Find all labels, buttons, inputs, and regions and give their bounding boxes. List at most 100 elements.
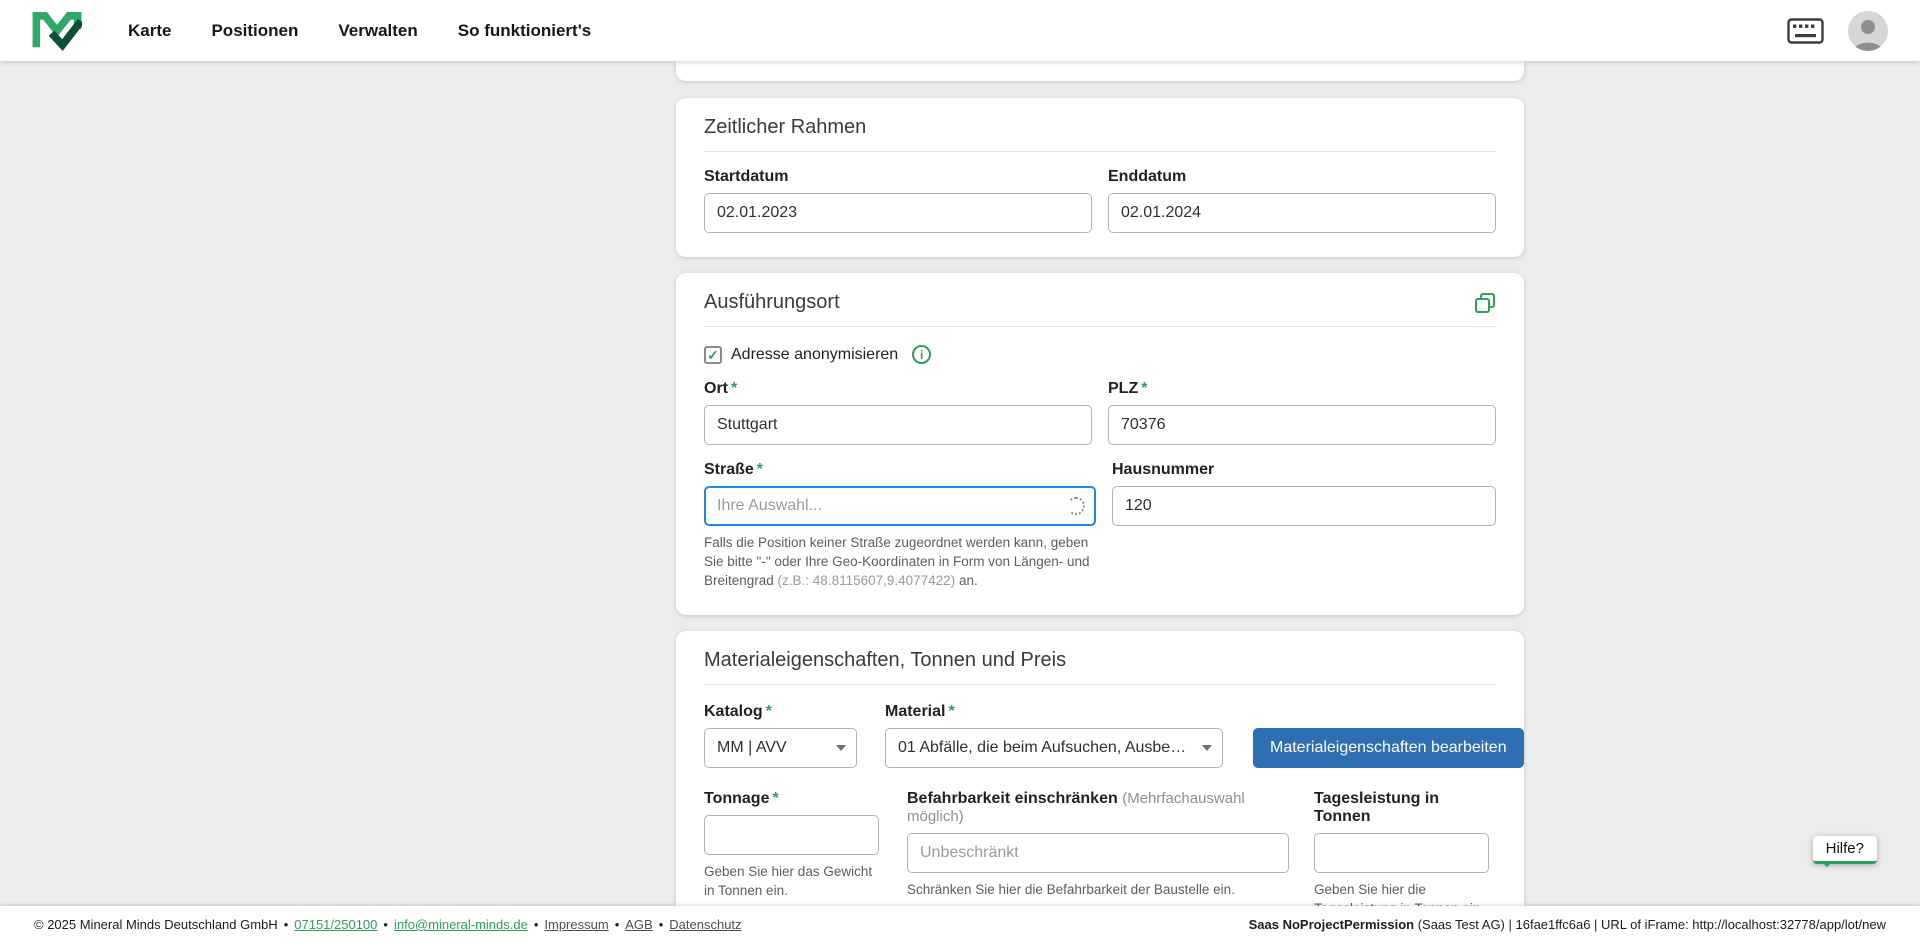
plz-required-asterisk: * — [1141, 380, 1147, 397]
user-avatar[interactable] — [1848, 11, 1888, 51]
enddatum-label: Enddatum — [1108, 168, 1496, 186]
material-required-asterisk: * — [948, 703, 954, 720]
katalog-label-text: Katalog — [704, 703, 763, 720]
anonymize-checkbox[interactable]: ✓ — [704, 346, 722, 364]
material-field: Material* 01 Abfälle, die beim Aufsuchen… — [885, 703, 1223, 768]
material-title: Materialeigenschaften, Tonnen und Preis — [704, 649, 1496, 672]
material-card: Materialeigenschaften, Tonnen und Preis … — [676, 631, 1524, 906]
footer-separator: • — [615, 917, 620, 932]
help-button[interactable]: Hilfe? — [1813, 836, 1877, 864]
nav-item-positionen[interactable]: Positionen — [211, 21, 298, 41]
material-row-2: Tonnage* Geben Sie hier das Gewicht in T… — [704, 790, 1496, 906]
nav-item-so-funktionierts[interactable]: So funktioniert's — [458, 21, 591, 41]
chevron-down-icon — [1202, 745, 1212, 751]
hausnummer-label: Hausnummer — [1112, 461, 1496, 479]
material-divider — [704, 684, 1496, 685]
tonnage-input[interactable] — [704, 815, 879, 855]
strasse-field: Straße* Falls die Position keiner Straße… — [704, 461, 1096, 591]
strasse-helper-text: Falls die Position keiner Straße zugeord… — [704, 534, 1096, 591]
timeframe-card: Zeitlicher Rahmen Startdatum Enddatum — [676, 98, 1524, 257]
location-card: Ausführungsort ✓ Adresse anonymisieren i — [676, 273, 1524, 615]
form-column: Zeitlicher Rahmen Startdatum Enddatum — [676, 61, 1524, 906]
befahrbarkeit-label: Befahrbarkeit einschränken (Mehrfachausw… — [907, 790, 1289, 826]
footer-tenant-details: (Saas Test AG) | 16fae1ffc6a6 | URL of i… — [1414, 917, 1886, 932]
nav-item-verwalten[interactable]: Verwalten — [338, 21, 417, 41]
anonymize-label: Adresse anonymisieren — [731, 346, 898, 364]
location-title-row: Ausführungsort — [704, 291, 1496, 314]
footer-phone-link[interactable]: 07151/250100 — [294, 917, 377, 932]
befahrbarkeit-input[interactable] — [907, 833, 1289, 873]
footer: © 2025 Mineral Minds Deutschland GmbH • … — [0, 906, 1920, 943]
edit-material-properties-button[interactable]: Materialeigenschaften bearbeiten — [1253, 728, 1524, 768]
befahrbarkeit-field: Befahrbarkeit einschränken (Mehrfachausw… — [907, 790, 1289, 900]
tonnage-label: Tonnage* — [704, 790, 879, 808]
timeframe-title: Zeitlicher Rahmen — [704, 116, 1496, 139]
startdatum-field: Startdatum — [704, 168, 1092, 233]
material-select[interactable]: 01 Abfälle, die beim Aufsuchen, Ausbeute… — [885, 728, 1223, 768]
material-row-1: Katalog* MM | AVV Material* 01 Abfälle, … — [704, 703, 1496, 768]
katalog-required-asterisk: * — [766, 703, 772, 720]
copy-icon[interactable] — [1474, 292, 1496, 314]
tonnage-required-asterisk: * — [772, 790, 778, 807]
anonymize-row: ✓ Adresse anonymisieren i — [704, 345, 1496, 364]
page: Karte Positionen Verwalten So funktionie… — [0, 0, 1920, 943]
keyboard-icon[interactable] — [1787, 18, 1824, 44]
location-row-1: Ort* PLZ* — [704, 380, 1496, 445]
loading-spinner — [1067, 497, 1085, 515]
top-navbar: Karte Positionen Verwalten So funktionie… — [0, 0, 1920, 61]
footer-separator: • — [383, 917, 388, 932]
location-divider — [704, 326, 1496, 327]
footer-datenschutz-link[interactable]: Datenschutz — [669, 917, 741, 932]
enddatum-field: Enddatum — [1108, 168, 1496, 233]
location-row-2: Straße* Falls die Position keiner Straße… — [704, 461, 1496, 591]
strasse-required-asterisk: * — [757, 461, 763, 478]
plz-field: PLZ* — [1108, 380, 1496, 445]
footer-email-link[interactable]: info@mineral-minds.de — [394, 917, 528, 932]
befahrbarkeit-label-text: Befahrbarkeit einschränken — [907, 790, 1118, 807]
katalog-select-value: MM | AVV — [717, 739, 787, 757]
main-content: Zeitlicher Rahmen Startdatum Enddatum — [0, 61, 1920, 906]
ort-label: Ort* — [704, 380, 1092, 398]
plz-label-text: PLZ — [1108, 380, 1138, 397]
tagesleistung-input[interactable] — [1314, 833, 1489, 873]
strasse-input-wrap — [704, 486, 1096, 526]
help-button-label: Hilfe? — [1826, 840, 1864, 857]
hausnummer-field: Hausnummer — [1112, 461, 1496, 591]
ort-label-text: Ort — [704, 380, 728, 397]
plz-input[interactable] — [1108, 405, 1496, 445]
katalog-select[interactable]: MM | AVV — [704, 728, 857, 768]
footer-separator: • — [659, 917, 664, 932]
material-label: Material* — [885, 703, 1223, 721]
mineral-minds-logo[interactable] — [32, 9, 82, 53]
footer-agb-link[interactable]: AGB — [625, 917, 652, 932]
footer-environment-info: Saas NoProjectPermission (Saas Test AG) … — [1249, 917, 1886, 932]
strasse-helper-example: (z.B.: 48.8115607,9.4077422) — [778, 573, 956, 588]
info-icon[interactable]: i — [912, 345, 931, 364]
footer-copyright: © 2025 Mineral Minds Deutschland GmbH — [34, 917, 278, 932]
strasse-helper-suffix: an. — [955, 573, 978, 588]
nav-item-karte[interactable]: Karte — [128, 21, 171, 41]
startdatum-input[interactable] — [704, 193, 1092, 233]
timeframe-divider — [704, 151, 1496, 152]
katalog-label: Katalog* — [704, 703, 857, 721]
ort-input[interactable] — [704, 405, 1092, 445]
hausnummer-input[interactable] — [1112, 486, 1496, 526]
ort-required-asterisk: * — [731, 380, 737, 397]
footer-tenant-name: Saas NoProjectPermission — [1249, 917, 1414, 932]
strasse-input[interactable] — [704, 486, 1096, 526]
strasse-label: Straße* — [704, 461, 1096, 479]
katalog-field: Katalog* MM | AVV — [704, 703, 857, 768]
mineral-minds-logo-graphic — [32, 9, 82, 53]
startdatum-label: Startdatum — [704, 168, 1092, 186]
tagesleistung-label: Tagesleistung in Tonnen — [1314, 790, 1489, 826]
enddatum-input[interactable] — [1108, 193, 1496, 233]
strasse-label-text: Straße — [704, 461, 754, 478]
navbar-right — [1787, 11, 1888, 51]
footer-separator: • — [284, 917, 289, 932]
previous-card-bottom — [676, 61, 1524, 81]
befahrbarkeit-helper-text: Schränken Sie hier die Befahrbarkeit der… — [907, 881, 1289, 900]
plz-label: PLZ* — [1108, 380, 1496, 398]
location-title: Ausführungsort — [704, 291, 840, 314]
tonnage-field: Tonnage* Geben Sie hier das Gewicht in T… — [704, 790, 879, 901]
footer-impressum-link[interactable]: Impressum — [544, 917, 608, 932]
